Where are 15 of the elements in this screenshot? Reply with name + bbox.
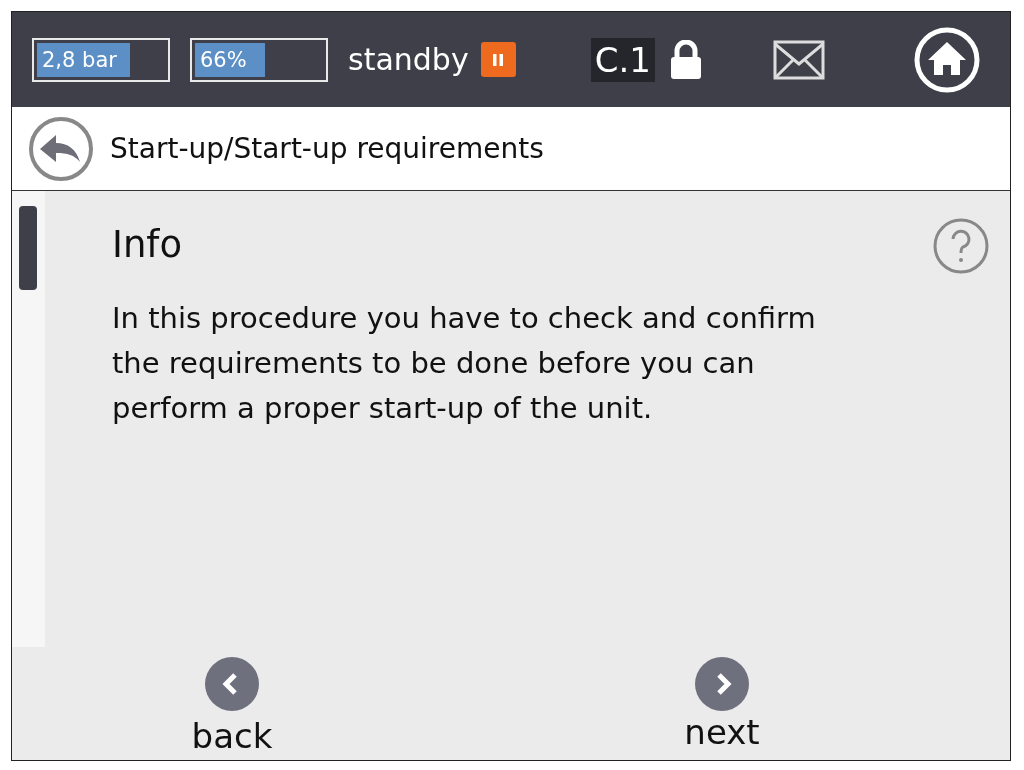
back-button[interactable]: back xyxy=(191,656,273,760)
user-level: C.1 xyxy=(590,37,655,82)
help-icon[interactable] xyxy=(932,217,990,275)
scrollbar[interactable] xyxy=(12,191,45,647)
info-text: In this procedure you have to check and confirm the requirements to be done before you can perform a proper start-up of the unit. xyxy=(112,300,817,427)
mail-icon[interactable] xyxy=(772,39,825,80)
chevron-left-icon xyxy=(204,656,260,712)
gauge-reading: 2,8 bar xyxy=(42,47,117,72)
info-title: Info xyxy=(112,223,183,266)
gauge-reading: 66% xyxy=(200,47,247,72)
mode-label: standby xyxy=(348,42,469,77)
next-button[interactable]: next xyxy=(684,656,760,760)
chevron-right-icon xyxy=(694,656,750,712)
home-button[interactable] xyxy=(914,26,980,93)
breadcrumb-path: Start-up/Start-up requirements xyxy=(110,132,544,165)
